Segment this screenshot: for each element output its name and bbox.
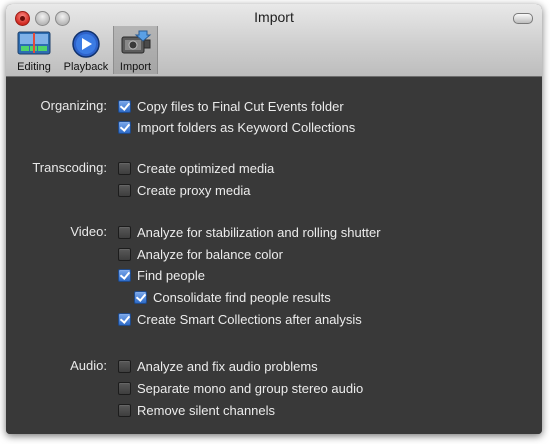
stabilization-checkbox[interactable]: Analyze for stabilization and rolling sh…: [118, 224, 381, 240]
stabilization-label: Analyze for stabilization and rolling sh…: [137, 224, 381, 240]
separate-mono-label: Separate mono and group stereo audio: [137, 380, 364, 396]
find-people-checkbox[interactable]: Find people: [118, 267, 205, 283]
consolidate-people-label: Consolidate find people results: [153, 289, 331, 305]
remove-silent-checkbox[interactable]: Remove silent channels: [118, 402, 275, 418]
checkbox-checked[interactable]: [118, 120, 131, 134]
smart-collections-label: Create Smart Collections after analysis: [137, 311, 362, 327]
balance-color-label: Analyze for balance color: [137, 246, 283, 262]
checkbox-unchecked[interactable]: [118, 161, 131, 175]
optimized-media-checkbox[interactable]: Create optimized media: [118, 160, 274, 176]
tab-editing[interactable]: Editing: [12, 26, 56, 74]
checkbox-checked[interactable]: [118, 99, 131, 113]
fix-audio-label: Analyze and fix audio problems: [137, 358, 318, 374]
proxy-media-checkbox[interactable]: Create proxy media: [118, 182, 250, 198]
preferences-window: Import Editing Playback Import Organizin…: [6, 4, 542, 434]
playback-icon: [71, 30, 101, 61]
balance-color-checkbox[interactable]: Analyze for balance color: [118, 246, 283, 262]
copy-files-checkbox[interactable]: Copy files to Final Cut Events folder: [118, 98, 344, 114]
checkbox-checked[interactable]: [118, 268, 131, 282]
import-settings-panel: Organizing: Copy files to Final Cut Even…: [6, 77, 542, 434]
find-people-label: Find people: [137, 267, 205, 283]
tab-playback-label: Playback: [63, 61, 109, 73]
proxy-media-label: Create proxy media: [137, 182, 251, 198]
checkbox-unchecked[interactable]: [118, 183, 131, 197]
remove-silent-label: Remove silent channels: [137, 402, 276, 418]
organizing-label: Organizing:: [40, 98, 107, 113]
toolbar-toggle-button[interactable]: [513, 13, 533, 24]
optimized-media-label: Create optimized media: [137, 160, 275, 176]
smart-collections-checkbox[interactable]: Create Smart Collections after analysis: [118, 311, 362, 327]
window-title: Import: [254, 9, 294, 25]
title-toolbar: Import Editing Playback Import: [6, 4, 542, 77]
copy-files-label: Copy files to Final Cut Events folder: [137, 98, 344, 114]
tab-import-label: Import: [119, 61, 152, 73]
import-icon: [119, 30, 153, 61]
audio-label: Audio:: [70, 358, 107, 373]
checkbox-checked[interactable]: [118, 312, 131, 326]
tab-playback[interactable]: Playback: [60, 26, 112, 74]
checkbox-unchecked[interactable]: [118, 225, 131, 239]
checkbox-checked[interactable]: [134, 290, 147, 304]
consolidate-people-checkbox[interactable]: Consolidate find people results: [134, 289, 331, 305]
import-folders-label: Import folders as Keyword Collections: [137, 119, 356, 135]
checkbox-unchecked[interactable]: [118, 381, 131, 395]
separate-mono-checkbox[interactable]: Separate mono and group stereo audio: [118, 380, 363, 396]
checkbox-unchecked[interactable]: [118, 247, 131, 261]
fix-audio-checkbox[interactable]: Analyze and fix audio problems: [118, 358, 318, 374]
editing-icon: [17, 30, 51, 59]
transcoding-label: Transcoding:: [32, 160, 107, 175]
tab-import[interactable]: Import: [113, 26, 158, 74]
checkbox-unchecked[interactable]: [118, 359, 131, 373]
checkbox-unchecked[interactable]: [118, 403, 131, 417]
tab-editing-label: Editing: [17, 61, 51, 73]
video-label: Video:: [70, 224, 107, 239]
import-folders-keyword-checkbox[interactable]: Import folders as Keyword Collections: [118, 119, 355, 135]
